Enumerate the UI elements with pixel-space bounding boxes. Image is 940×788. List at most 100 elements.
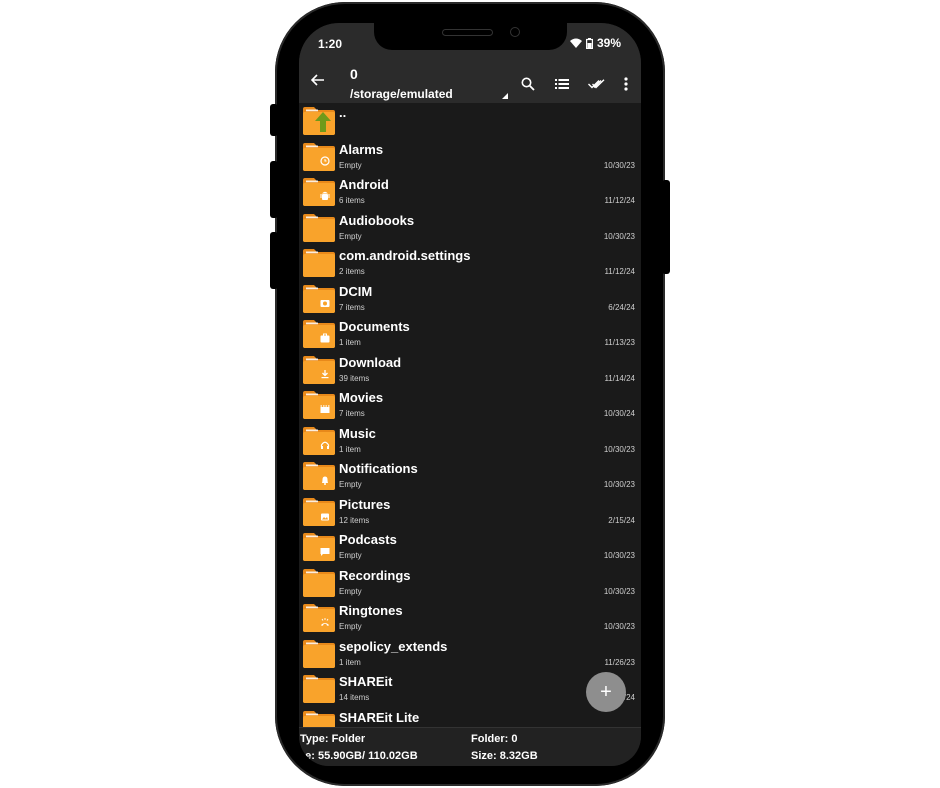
more-options-icon [624, 77, 628, 91]
file-row[interactable]: DCIM 7 items 6/24/24 [299, 281, 641, 317]
file-row[interactable]: com.android.settings 2 items 11/12/24 [299, 245, 641, 281]
file-date: 11/14/24 [604, 373, 635, 383]
file-date: 10/30/23 [603, 622, 635, 631]
file-date: 10/30/23 [603, 480, 635, 489]
parent-folder-row[interactable]: .. [299, 103, 641, 139]
file-name: Download [339, 354, 402, 370]
file-item-count: 6 items [339, 196, 365, 205]
side-button-volume-down [270, 232, 278, 289]
file-item-count: 14 items [339, 693, 370, 702]
file-item-count: 39 items [339, 373, 370, 383]
status-icons: 39% [569, 36, 621, 50]
folder-title: 0 [350, 66, 358, 82]
folder-alarm-icon [303, 142, 335, 171]
file-name: Podcasts [339, 532, 397, 547]
file-date: 10/30/23 [603, 160, 635, 170]
file-row[interactable]: Ringtones Empty 10/30/23 [299, 600, 641, 636]
file-date: 11/26/23 [604, 657, 635, 667]
file-row[interactable]: SHAREit Lite [299, 707, 641, 727]
file-name: sepolicy_extends [339, 638, 448, 654]
file-name: Music [339, 425, 376, 441]
folder-clapper-icon [303, 391, 335, 419]
battery-icon [585, 37, 593, 49]
folder-icon [303, 710, 335, 727]
side-button-volume-up [270, 161, 278, 218]
more-options-button[interactable] [616, 74, 636, 94]
file-name: Documents [339, 319, 410, 334]
file-item-count: Empty [339, 586, 362, 596]
file-item-count: Empty [339, 551, 362, 560]
file-item-count: 1 item [339, 444, 361, 454]
file-row[interactable]: Download 39 items 11/14/24 [299, 352, 641, 388]
footer-size: Size: 8.32GB [471, 750, 538, 762]
file-date: 11/12/24 [604, 196, 635, 205]
list-view-button[interactable] [552, 74, 572, 94]
file-date: 11/12/24 [604, 267, 635, 276]
file-item-count: Empty [339, 160, 362, 170]
file-row[interactable]: Movies 7 items 10/30/24 [299, 387, 641, 423]
file-name: Ringtones [339, 603, 403, 618]
plus-icon: + [600, 680, 612, 703]
file-date: 10/30/23 [603, 551, 635, 560]
add-fab-button[interactable]: + [586, 672, 626, 712]
file-item-count: 12 items [339, 515, 370, 525]
front-camera [510, 27, 520, 37]
select-all-button[interactable] [586, 74, 606, 94]
notch [374, 23, 567, 50]
file-name: SHAREit Lite [339, 709, 420, 725]
parent-folder-label: .. [339, 105, 347, 120]
folder-briefcase-icon [303, 320, 335, 348]
file-row[interactable]: Android 6 items 11/12/24 [299, 174, 641, 210]
file-item-count: Empty [339, 231, 362, 241]
folder-icon [303, 639, 335, 668]
screen: 1:20 39% 0 /storage/emulated .. Alarms E… [299, 23, 641, 766]
file-row[interactable]: sepolicy_extends 1 item 11/26/23 [299, 636, 641, 672]
file-name: Pictures [339, 496, 391, 512]
file-name: SHAREit [339, 674, 393, 689]
file-name: Alarms [339, 141, 384, 157]
folder-icon [303, 675, 335, 703]
search-button[interactable] [518, 74, 538, 94]
file-name: Audiobooks [339, 212, 415, 228]
select-all-icon [587, 79, 604, 89]
folder-bell-icon [303, 462, 335, 490]
speaker [442, 29, 493, 36]
file-name: Recordings [339, 567, 411, 583]
side-button-power [662, 180, 670, 274]
file-date: 10/30/23 [603, 444, 635, 454]
folder-image-icon [303, 497, 335, 526]
folder-icon [303, 249, 335, 277]
folder-up-icon [303, 107, 335, 135]
file-row[interactable]: Notifications Empty 10/30/23 [299, 458, 641, 494]
file-name: DCIM [339, 283, 373, 299]
dropdown-triangle-icon[interactable] [502, 93, 508, 99]
file-list: .. Alarms Empty 10/30/23 Android 6 items 11/1… [299, 103, 641, 727]
file-item-count: 7 items [339, 302, 365, 312]
file-row[interactable]: Podcasts Empty 10/30/23 [299, 529, 641, 565]
folder-headphones-icon [303, 426, 335, 455]
path-dropdown[interactable]: /storage/emulated [350, 87, 453, 101]
file-name: Android [339, 177, 389, 192]
folder-icon [303, 213, 335, 242]
file-row[interactable]: Recordings Empty 10/30/23 [299, 565, 641, 601]
file-date: 11/13/23 [604, 338, 635, 347]
status-time: 1:20 [318, 37, 343, 51]
file-name: Movies [339, 390, 384, 405]
back-button[interactable] [310, 74, 325, 90]
search-icon [521, 77, 535, 91]
file-row[interactable]: Alarms Empty 10/30/23 [299, 139, 641, 175]
footer-type: Type: Folder [300, 733, 366, 745]
file-row[interactable]: Audiobooks Empty 10/30/23 [299, 210, 641, 246]
wifi-icon [569, 38, 582, 48]
file-date: 6/24/24 [608, 302, 635, 312]
file-date: 10/30/24 [603, 409, 635, 418]
folder-icon [303, 568, 335, 597]
file-row[interactable]: Pictures 12 items 2/15/24 [299, 494, 641, 530]
back-arrow-icon [310, 74, 324, 86]
folder-android-icon [303, 178, 335, 206]
file-row[interactable]: Music 1 item 10/30/23 [299, 423, 641, 459]
file-row[interactable]: Documents 1 item 11/13/23 [299, 316, 641, 352]
footer-folder-count: Folder: 0 [471, 733, 518, 745]
file-item-count: 1 item [339, 657, 361, 667]
file-date: 10/30/23 [603, 231, 635, 241]
